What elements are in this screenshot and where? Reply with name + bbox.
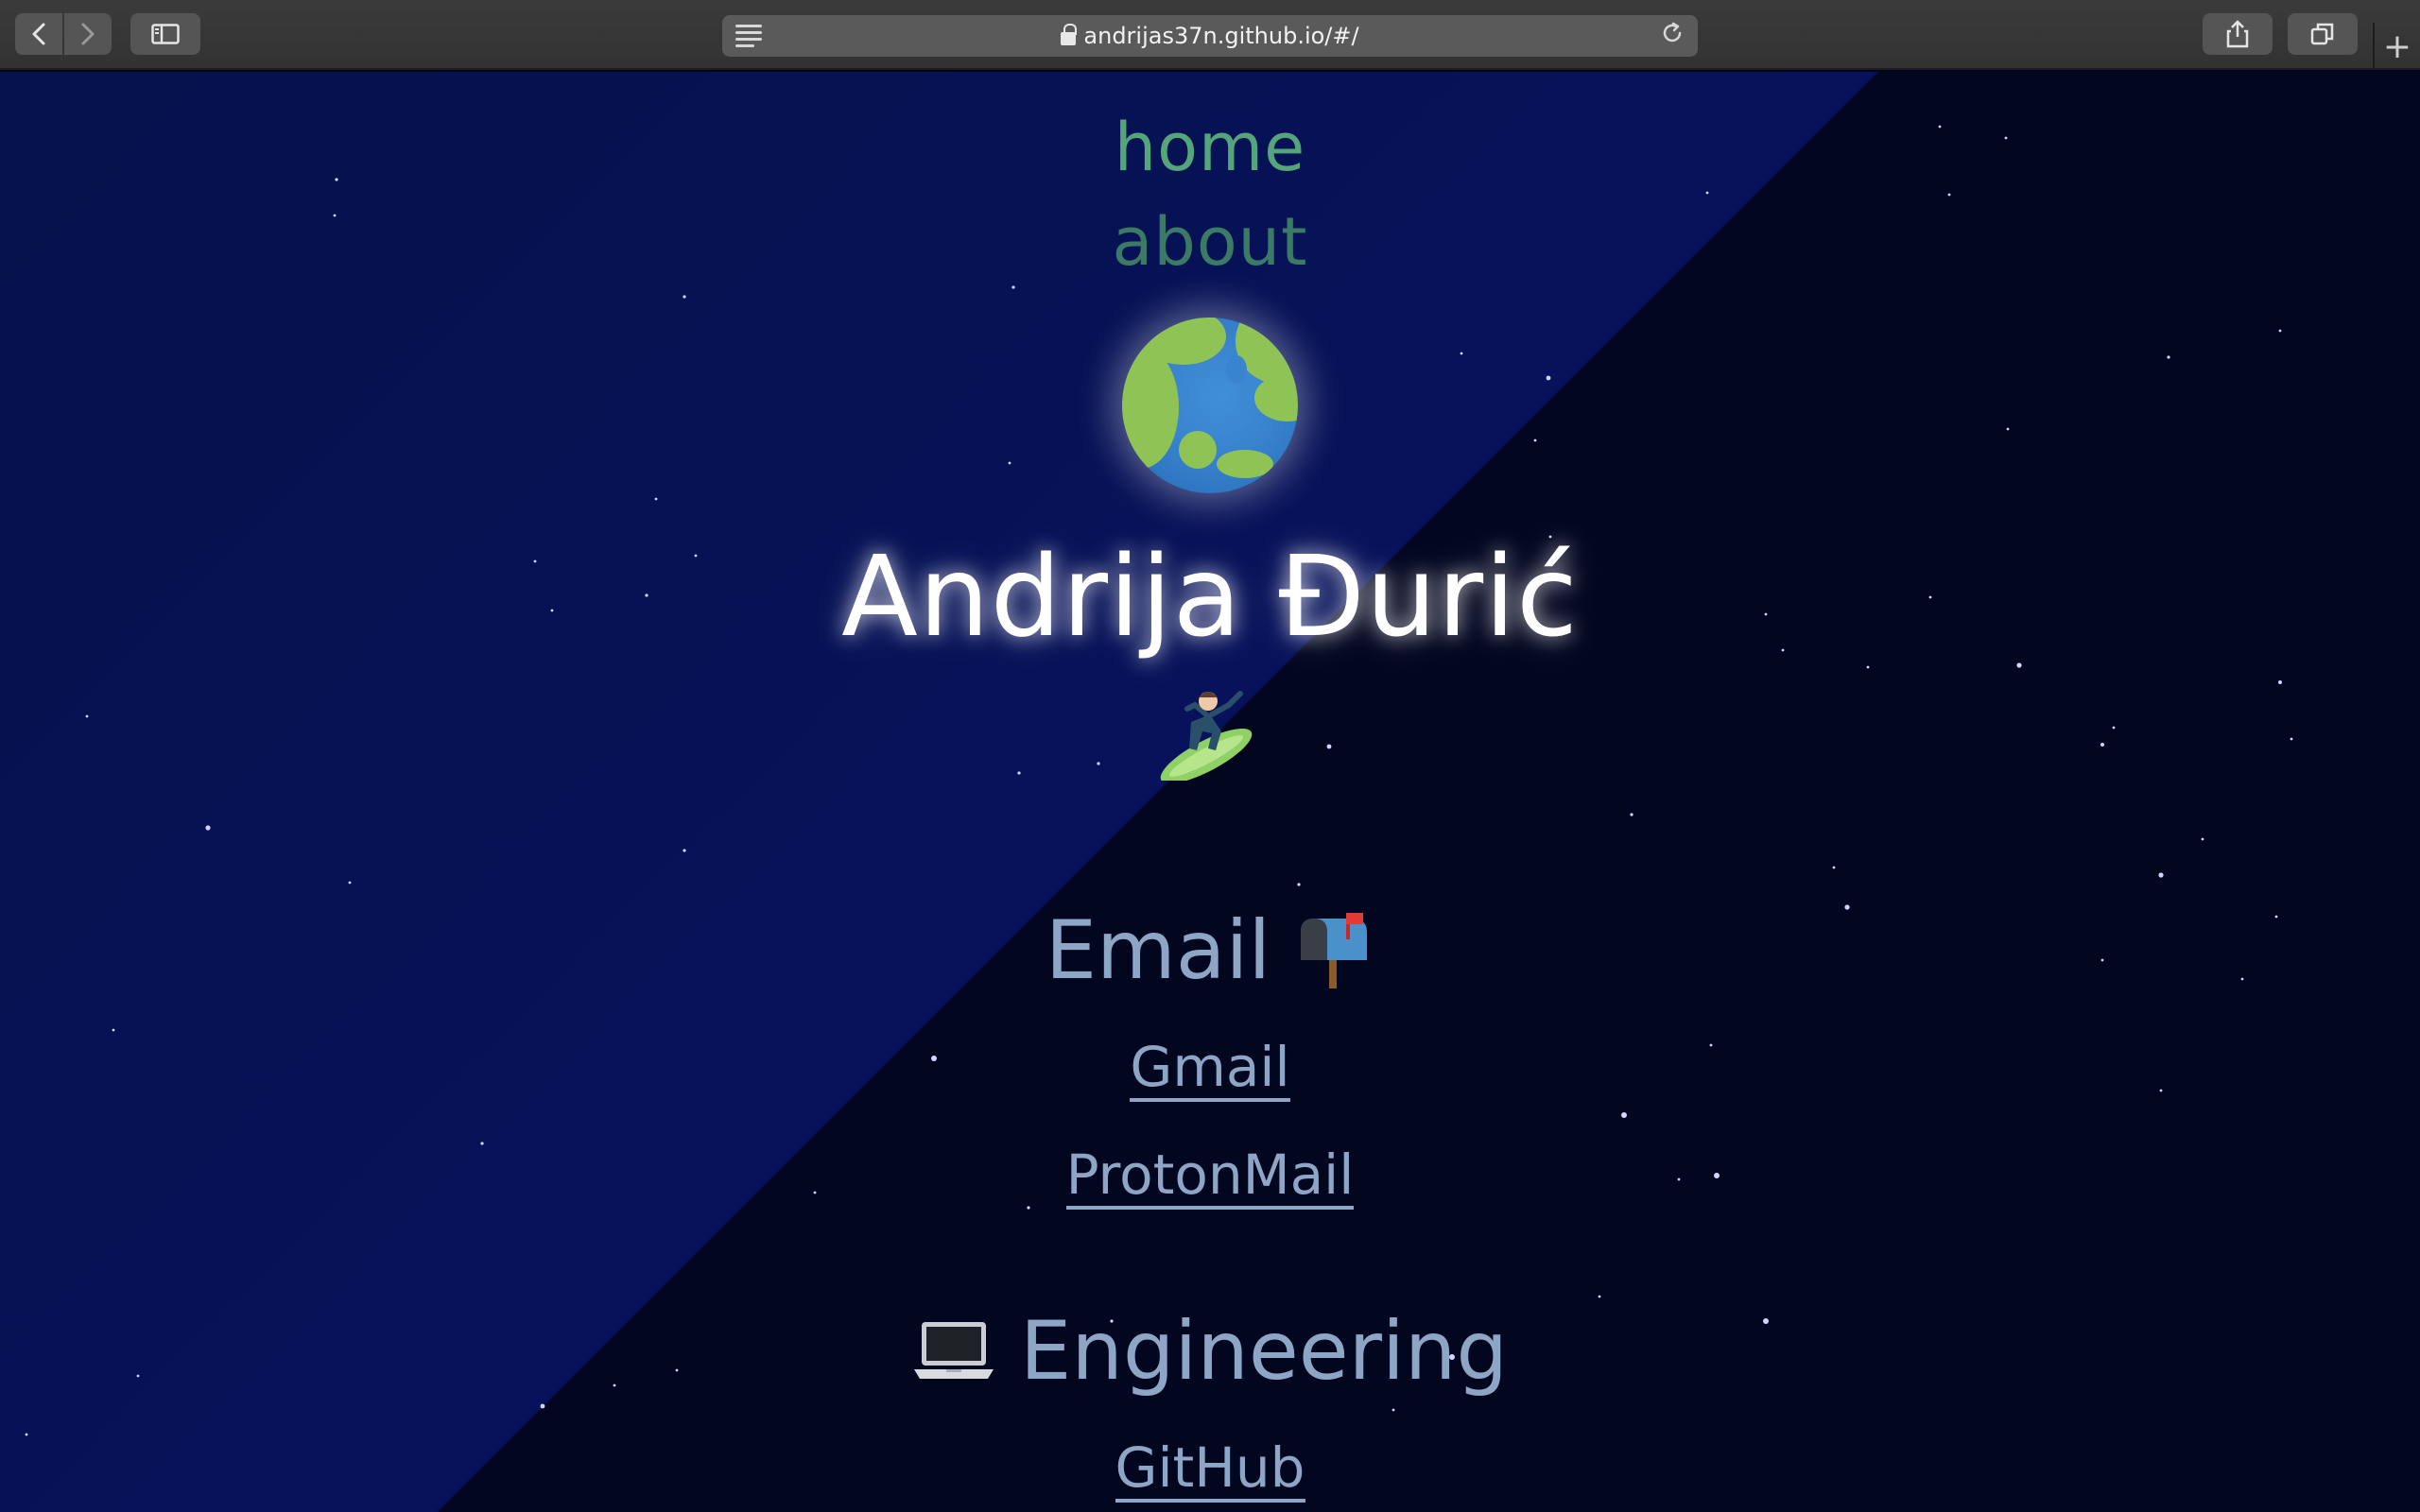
site-owner-name: Andrija Đurić: [841, 531, 1579, 662]
github-link[interactable]: GitHub: [1115, 1436, 1305, 1503]
tab-overview-button[interactable]: [2288, 13, 2358, 55]
sidebar-toggle-button[interactable]: [130, 13, 200, 55]
reload-button[interactable]: [1660, 21, 1685, 52]
web-page: home about Andrija Đurić Email Gmail Pro…: [0, 72, 2420, 1512]
url-display[interactable]: andrijas37n.github.io/#/: [722, 15, 1698, 57]
tabs-icon: [2310, 23, 2334, 45]
email-section-title: Email: [1045, 903, 1271, 998]
share-icon: [2226, 20, 2249, 48]
plus-icon: +: [2382, 26, 2412, 66]
browser-toolbar: andrijas37n.github.io/#/ +: [0, 0, 2420, 70]
url-text: andrijas37n.github.io/#/: [1083, 23, 1359, 49]
engineering-section-title: Engineering: [1020, 1304, 1508, 1399]
engineering-section-heading: Engineering: [912, 1304, 1508, 1399]
chevron-left-icon: [32, 23, 45, 45]
surfer-emoji-icon: [1160, 691, 1253, 781]
main-content: home about Andrija Đurić Email Gmail Pro…: [0, 72, 2420, 1503]
reload-icon: [1663, 22, 1682, 43]
share-button[interactable]: [2203, 13, 2273, 55]
nav-about-link[interactable]: about: [1113, 195, 1308, 289]
lock-icon: [1061, 24, 1078, 45]
protonmail-link[interactable]: ProtonMail: [1065, 1143, 1355, 1210]
new-tab-button[interactable]: +: [2373, 23, 2420, 70]
sidebar-icon: [151, 24, 180, 44]
mailbox-icon: [1301, 913, 1368, 988]
earth-globe-icon: [1122, 318, 1298, 493]
gmail-link[interactable]: Gmail: [1130, 1036, 1290, 1102]
chevron-right-icon: [81, 23, 95, 45]
email-section-heading: Email: [1046, 903, 1375, 998]
forward-button[interactable]: [64, 13, 112, 55]
address-bar[interactable]: andrijas37n.github.io/#/: [722, 15, 1698, 57]
back-button[interactable]: [15, 13, 62, 55]
nav-home-link[interactable]: home: [1115, 100, 1305, 195]
laptop-icon: [914, 1322, 994, 1379]
